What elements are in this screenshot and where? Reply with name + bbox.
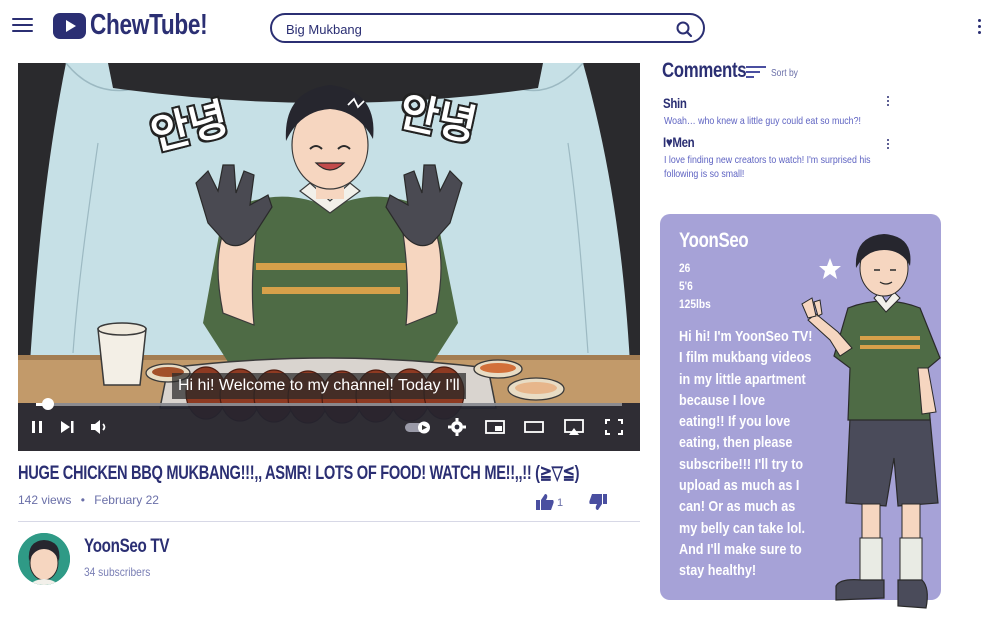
channel-name[interactable]: YoonSeo TV — [84, 536, 170, 558]
player-controls-bar — [18, 403, 640, 451]
profile-name: YoonSeo — [679, 229, 749, 252]
video-caption: Hi hi! Welcome to my channel! Today I'll — [172, 373, 466, 399]
comment-author[interactable]: Shin — [663, 95, 687, 111]
volume-icon[interactable] — [88, 417, 110, 437]
thumbs-up-icon[interactable] — [535, 493, 555, 511]
like-count: 1 — [557, 497, 564, 509]
profile-weight: 125lbs — [679, 297, 711, 311]
search-input[interactable] — [286, 19, 666, 39]
video-stats: 142 views • February 22 — [18, 493, 159, 507]
progress-track[interactable] — [36, 403, 622, 406]
comment-author[interactable]: I♥Men — [663, 134, 695, 150]
search-bar[interactable] — [270, 13, 705, 43]
character-illustration — [801, 234, 941, 609]
comment-text: Woah… who knew a little guy could eat so… — [664, 115, 861, 127]
autoplay-toggle-icon[interactable] — [404, 417, 434, 437]
menu-icon[interactable] — [12, 16, 34, 34]
thumbs-down-icon[interactable] — [588, 493, 608, 511]
more-options-icon[interactable] — [975, 18, 985, 36]
comment-text: I love finding new creators to watch! I'… — [664, 154, 871, 180]
logo-text[interactable]: ChewTube! — [90, 9, 208, 42]
video-player[interactable]: 안녕 안녕 Hi hi! Welcome to my channel! Toda… — [18, 63, 640, 451]
logo-play-icon[interactable] — [53, 13, 86, 39]
upload-date: February 22 — [94, 493, 159, 507]
sort-label[interactable]: Sort by — [771, 68, 798, 79]
search-icon[interactable] — [675, 20, 693, 38]
pause-icon[interactable] — [26, 417, 48, 437]
divider — [18, 521, 640, 522]
view-count: 142 views — [18, 493, 72, 507]
channel-avatar[interactable] — [18, 533, 70, 585]
theater-mode-icon[interactable] — [523, 417, 545, 437]
subscriber-count: 34 subscribers — [84, 565, 151, 579]
comment-more-icon[interactable] — [885, 139, 891, 151]
profile-age: 26 — [679, 261, 691, 275]
next-icon[interactable] — [56, 417, 78, 437]
cast-icon[interactable] — [563, 417, 585, 437]
miniplayer-icon[interactable] — [484, 417, 506, 437]
comment-more-icon[interactable] — [885, 96, 891, 108]
comments-title: Comments — [662, 59, 747, 82]
video-title: HUGE CHICKEN BBQ MUKBANG!!!,, ASMR! LOTS… — [18, 463, 580, 484]
separator-dot: • — [80, 493, 85, 507]
profile-height: 5'6 — [679, 279, 693, 293]
progress-knob[interactable] — [42, 398, 54, 410]
fullscreen-icon[interactable] — [603, 417, 625, 437]
settings-gear-icon[interactable] — [446, 417, 468, 437]
sort-icon[interactable] — [745, 64, 767, 80]
